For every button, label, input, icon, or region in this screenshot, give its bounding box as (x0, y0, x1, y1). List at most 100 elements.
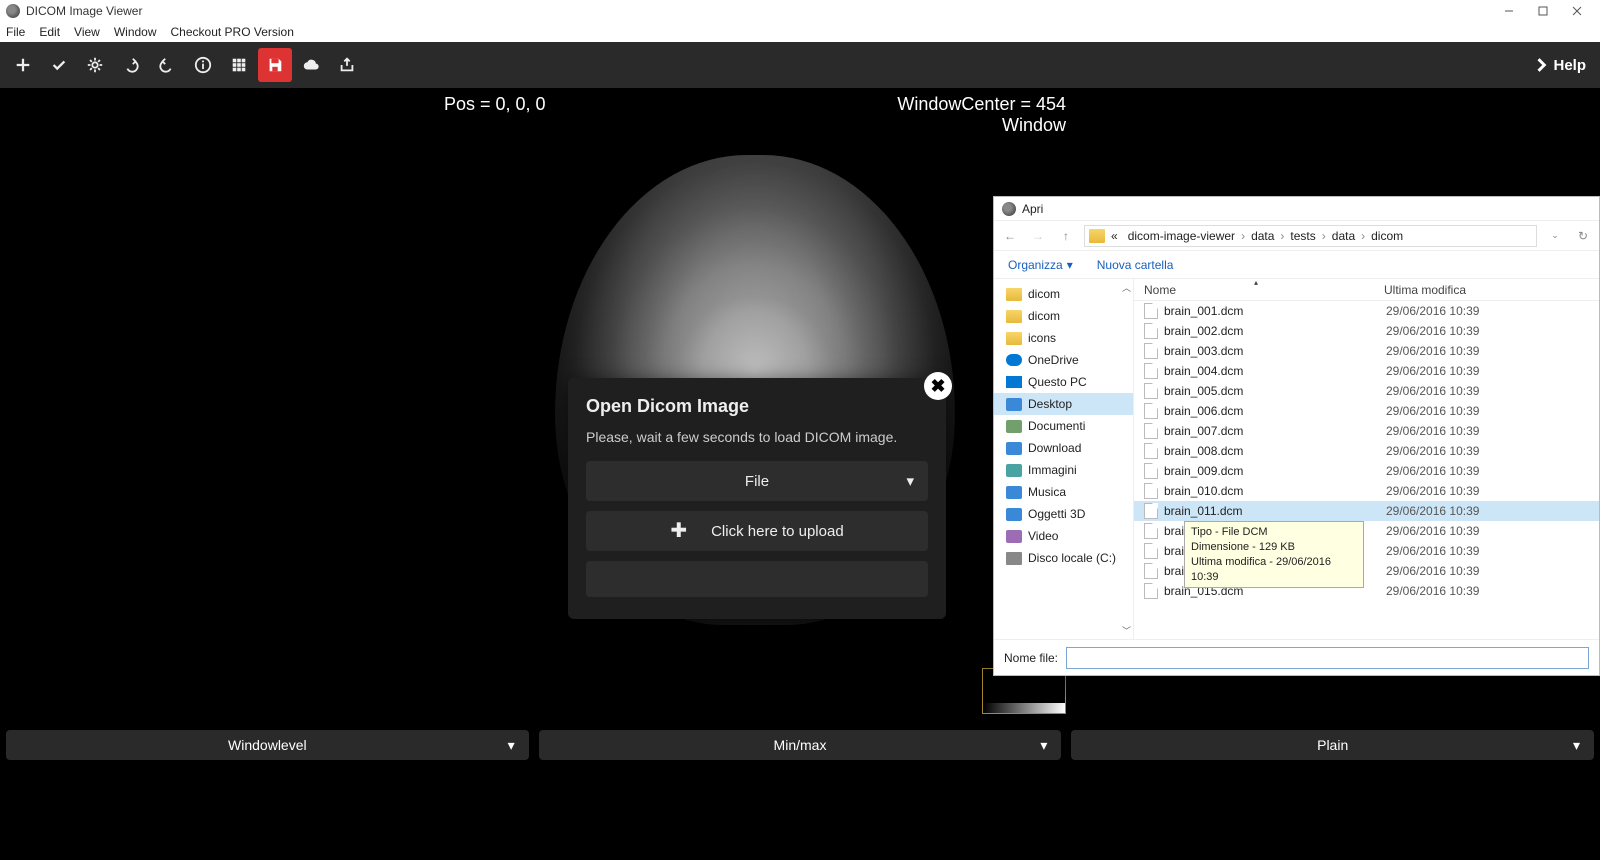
info-button[interactable] (186, 48, 220, 82)
tree-item[interactable]: Disco locale (C:) (1006, 547, 1133, 569)
col-name[interactable]: Nome (1144, 283, 1384, 297)
nav-back-button[interactable]: ← (1000, 226, 1020, 246)
redo-button[interactable] (150, 48, 184, 82)
refresh-button[interactable]: ↻ (1573, 226, 1593, 246)
file-row[interactable]: brain_005.dcm29/06/2016 10:39 (1134, 381, 1599, 401)
library-icon (1006, 486, 1022, 499)
file-row[interactable]: brain_007.dcm29/06/2016 10:39 (1134, 421, 1599, 441)
menu-file[interactable]: File (6, 25, 25, 39)
tree-item-label: Documenti (1028, 419, 1085, 433)
settings-button[interactable] (78, 48, 112, 82)
select-windowlevel[interactable]: Windowlevel▾ (6, 730, 529, 760)
save-button[interactable] (258, 48, 292, 82)
library-icon (1006, 442, 1022, 455)
file-row[interactable]: brain_002.dcm29/06/2016 10:39 (1134, 321, 1599, 341)
file-row[interactable]: brain_004.dcm29/06/2016 10:39 (1134, 361, 1599, 381)
modal-message: Please, wait a few seconds to load DICOM… (586, 429, 928, 445)
tree-item[interactable]: Musica (1006, 481, 1133, 503)
minimize-button[interactable] (1492, 0, 1526, 22)
toolbar: Help (0, 42, 1600, 88)
add-button[interactable] (6, 48, 40, 82)
file-row[interactable]: brain_006.dcm29/06/2016 10:39 (1134, 401, 1599, 421)
file-date: 29/06/2016 10:39 (1386, 344, 1479, 358)
menu-bar: File Edit View Window Checkout PRO Versi… (0, 22, 1600, 42)
file-row[interactable]: brain_011.dcm29/06/2016 10:39 (1134, 501, 1599, 521)
file-date: 29/06/2016 10:39 (1386, 304, 1479, 318)
tree-item-label: icons (1028, 331, 1056, 345)
crumb-0[interactable]: dicom-image-viewer (1124, 229, 1239, 243)
tree-scroll-down[interactable]: ﹀ (1122, 624, 1131, 637)
nav-up-button[interactable]: ↑ (1056, 226, 1076, 246)
file-icon (1144, 543, 1158, 559)
upload-button[interactable]: ✚ Click here to upload (586, 511, 928, 551)
tree-item[interactable]: OneDrive (1006, 349, 1133, 371)
file-row[interactable]: brain_001.dcm29/06/2016 10:39 (1134, 301, 1599, 321)
tree-item[interactable]: Questo PC (1006, 371, 1133, 393)
library-icon (1006, 398, 1022, 411)
tree-item[interactable]: Download (1006, 437, 1133, 459)
menu-window[interactable]: Window (114, 25, 157, 39)
folder-icon (1006, 310, 1022, 323)
library-icon (1006, 420, 1022, 433)
file-row[interactable]: brain_010.dcm29/06/2016 10:39 (1134, 481, 1599, 501)
select-minmax[interactable]: Min/max▾ (539, 730, 1062, 760)
bottom-panel: Windowlevel▾ Min/max▾ Plain▾ (0, 730, 1600, 760)
tree-item[interactable]: icons (1006, 327, 1133, 349)
sort-indicator-icon: ▴ (1254, 278, 1258, 287)
file-type-label: File (745, 473, 769, 490)
check-button[interactable] (42, 48, 76, 82)
undo-button[interactable] (114, 48, 148, 82)
nav-forward-button[interactable]: → (1028, 226, 1048, 246)
help-button[interactable]: Help (1535, 57, 1586, 74)
crumb-4[interactable]: dicom (1367, 229, 1407, 243)
file-row[interactable]: brain_29/06/2016 10:39Tipo - File DCMDim… (1134, 521, 1599, 541)
tree-item[interactable]: Desktop (994, 393, 1133, 415)
tree-item[interactable]: Immagini (1006, 459, 1133, 481)
file-list-header[interactable]: ▴ Nome Ultima modifica (1134, 279, 1599, 301)
path-dropdown[interactable]: ⌄ (1545, 226, 1565, 246)
file-row[interactable]: brain_003.dcm29/06/2016 10:39 (1134, 341, 1599, 361)
filename-input[interactable] (1066, 647, 1589, 669)
export-button[interactable] (330, 48, 364, 82)
crumb-2[interactable]: tests (1286, 229, 1319, 243)
grid-button[interactable] (222, 48, 256, 82)
file-date: 29/06/2016 10:39 (1386, 404, 1479, 418)
tree-item[interactable]: Oggetti 3D (1006, 503, 1133, 525)
organize-button[interactable]: Organizza▾ (1008, 258, 1073, 272)
new-folder-button[interactable]: Nuova cartella (1097, 258, 1174, 272)
modal-close-button[interactable]: ✖ (924, 372, 952, 400)
file-date: 29/06/2016 10:39 (1386, 364, 1479, 378)
tree-item[interactable]: Documenti (1006, 415, 1133, 437)
col-modified[interactable]: Ultima modifica (1384, 283, 1466, 297)
library-icon (1006, 530, 1022, 543)
file-date: 29/06/2016 10:39 (1386, 524, 1479, 538)
close-button[interactable] (1560, 0, 1594, 22)
file-icon (1144, 563, 1158, 579)
menu-checkout-pro[interactable]: Checkout PRO Version (171, 25, 294, 39)
file-row[interactable]: brain_008.dcm29/06/2016 10:39 (1134, 441, 1599, 461)
file-name: brain_010.dcm (1164, 484, 1386, 498)
breadcrumb[interactable]: « dicom-image-viewer› data› tests› data›… (1084, 225, 1537, 247)
select-plain[interactable]: Plain▾ (1071, 730, 1594, 760)
crumb-3[interactable]: data (1328, 229, 1359, 243)
menu-view[interactable]: View (74, 25, 100, 39)
crumb-1[interactable]: data (1247, 229, 1278, 243)
tree-item[interactable]: dicom (1006, 305, 1133, 327)
folder-tree[interactable]: ︿ ﹀ dicomdicom icons OneDriveQuesto PC Desk… (994, 279, 1134, 639)
file-icon (1144, 343, 1158, 359)
file-name: brain_008.dcm (1164, 444, 1386, 458)
tree-item[interactable]: dicom (1006, 283, 1133, 305)
file-date: 29/06/2016 10:39 (1386, 464, 1479, 478)
file-icon (1144, 463, 1158, 479)
tree-item[interactable]: Video (1006, 525, 1133, 547)
overlay-pos: Pos = 0, 0, 0 (444, 94, 546, 115)
maximize-button[interactable] (1526, 0, 1560, 22)
tree-item-label: Desktop (1028, 397, 1072, 411)
file-type-select[interactable]: File ▾ (586, 461, 928, 501)
open-dicom-modal: ✖ Open Dicom Image Please, wait a few se… (568, 378, 946, 619)
menu-edit[interactable]: Edit (39, 25, 60, 39)
file-row[interactable]: brain_009.dcm29/06/2016 10:39 (1134, 461, 1599, 481)
cloud-button[interactable] (294, 48, 328, 82)
file-date: 29/06/2016 10:39 (1386, 564, 1479, 578)
tree-scroll-up[interactable]: ︿ (1122, 281, 1131, 294)
